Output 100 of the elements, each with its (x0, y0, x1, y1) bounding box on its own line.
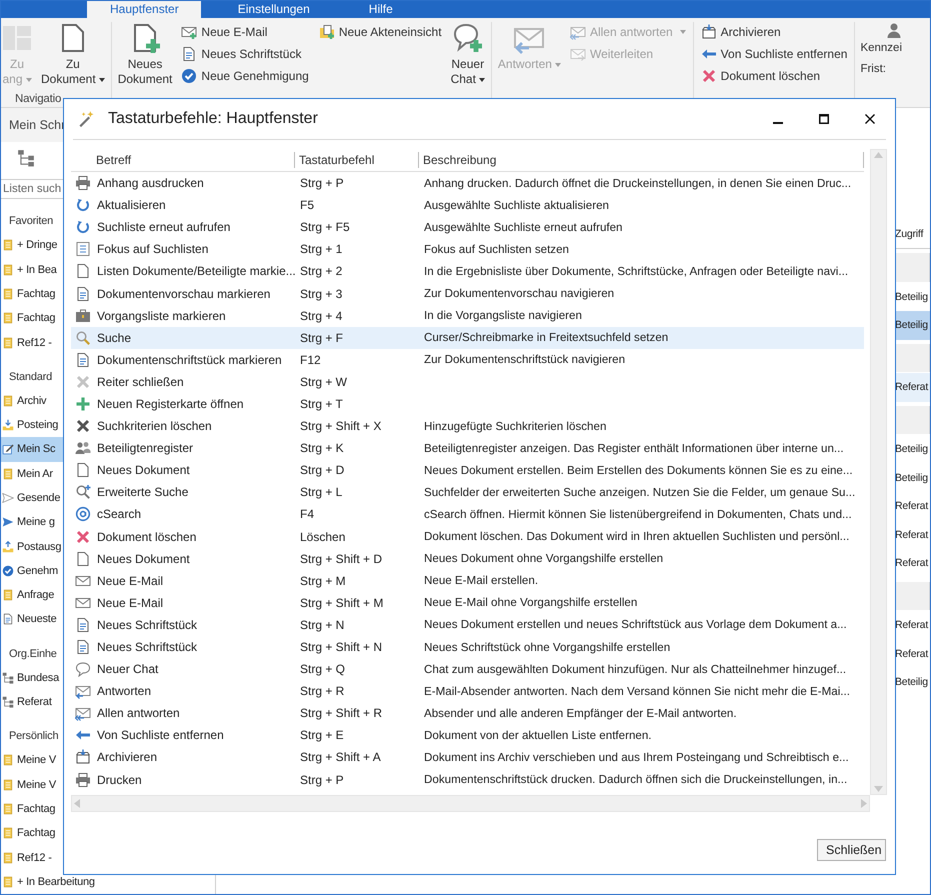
reply-all-icon (75, 705, 91, 722)
search-icon (75, 330, 91, 346)
subject-text: Suche (97, 330, 132, 345)
ribbon-button[interactable]: Neuer Chat (448, 22, 488, 92)
list-row[interactable]: Referat (895, 611, 930, 640)
reply-mail-icon (75, 683, 91, 700)
shortcut-text: Löschen (300, 530, 346, 544)
list-row[interactable]: Referat (895, 640, 930, 668)
shortcut-row[interactable]: Archivieren Strg + Shift + A Dokument ins Archiv verschieben und aus Ihrem Posteingang und Schreibtisch e... (71, 746, 864, 769)
list-row[interactable]: Referat (895, 492, 930, 520)
subject-text: Neues Dokument (97, 552, 190, 566)
note-icon (2, 778, 14, 791)
shortcut-row[interactable]: Antworten Strg + R E-Mail-Absender antworten. Nach dem Versand können Sie nicht mehr die E-Mai... (71, 680, 864, 702)
scroll-right-icon (861, 799, 867, 808)
shortcut-text: Strg + F5 (300, 220, 350, 234)
sidebar-item[interactable]: Mein Sc (1, 437, 63, 462)
list-row[interactable]: Beteilig (895, 668, 930, 696)
shortcut-row[interactable]: Reiter schließen Strg + W (71, 370, 864, 393)
delete-icon (75, 528, 91, 545)
ribbon-button[interactable]: Neues Dokument (114, 22, 176, 92)
shortcut-row[interactable]: Beteiligtenregister Strg + K Beteiligtenregister anzeigen. Das Register enthält Informationen über interne un... (71, 437, 864, 460)
shortcut-row[interactable]: Neues Schriftstück Strg + N Neues Dokument erstellen und neues Schriftstück aus Vorlage dem Dokument a... (71, 614, 864, 636)
list-icon (75, 241, 91, 258)
note-icon (2, 876, 14, 888)
shortcut-row[interactable]: cSearch F4 cSearch öffnen. Hiermit können Sie listenübergreifend in Dokumenten, Chats und... (71, 503, 864, 526)
shortcut-row[interactable]: Aktualisieren F5 Ausgewählte Suchliste aktualisieren (71, 194, 864, 216)
ribbon-button[interactable]: Neue Genehmigung (179, 66, 311, 85)
subject-text: Beteiligtenregister (97, 441, 194, 456)
description-text: Beteiligtenregister anzeigen. Das Register enthält Informationen über interne un... (424, 442, 844, 455)
subject-text: Erweiterte Suche (97, 485, 188, 500)
text-document-icon (75, 352, 91, 368)
vertical-scrollbar[interactable] (870, 149, 887, 795)
text-document-icon (75, 616, 91, 633)
list-row[interactable]: Beteilig (895, 435, 930, 464)
list-row[interactable]: Beteilig (895, 311, 930, 340)
ribbon-button[interactable]: Neue E-Mail (179, 22, 311, 41)
description-text: Zur Dokumentenvorschau navigieren (424, 287, 614, 300)
shortcut-row[interactable]: Suche Strg + F Curser/Schreibmarke in Freitextsuchfeld setzen (71, 326, 864, 349)
column-header[interactable]: Beschreibung (419, 152, 864, 168)
column-header[interactable]: Tastaturbefehl (295, 152, 419, 168)
ribbon-tab[interactable]: Hauptfenster (87, 1, 201, 18)
shortcut-text: F5 (300, 198, 314, 212)
person-icon (886, 22, 902, 38)
shortcut-row[interactable]: Anhang ausdrucken Strg + P Anhang drucken. Dadurch öffnet die Druckeinstellungen, in denen Sie einen Druc... (71, 172, 864, 194)
shortcut-row[interactable]: Neues Dokument Strg + D Neues Dokument erstellen. Beim Erstellen des Dokuments können Sie es zu eine... (71, 459, 864, 482)
list-row[interactable]: Referat (895, 549, 930, 578)
shortcut-text: Strg + T (300, 396, 343, 411)
shortcut-text: Strg + D (300, 463, 344, 478)
shortcut-row[interactable]: Neuer Chat Strg + Q Chat zum ausgewählten Dokument hinzufügen. Nur als Chatteilnehmer hinzugef... (71, 658, 864, 680)
shortcut-row[interactable]: Von Suchliste entfernen Strg + E Dokument von der aktuellen Liste entfernen. (71, 724, 864, 746)
ribbon-button[interactable]: Zu Dokument (38, 22, 108, 92)
ribbon-button[interactable]: Archivieren (698, 22, 850, 41)
close-dialog-button[interactable]: Schließen (817, 839, 886, 861)
subject-text: Listen Dokumente/Beteiligte markie... (97, 264, 296, 278)
shortcut-row[interactable]: Neuen Registerkarte öffnen Strg + T (71, 392, 864, 416)
inbox-icon (2, 419, 14, 432)
subject-text: Neue E-Mail (97, 574, 164, 588)
shortcut-row[interactable]: Listen Dokumente/Beteiligte markie... Strg + 2 In die Ergebnisliste über Dokumente, Schriftstücke, Anfragen oder Beteiligte navi... (71, 260, 864, 282)
ribbon-button[interactable]: Dokument löschen (698, 66, 850, 85)
shortcut-text: Strg + R (300, 684, 344, 698)
shortcut-row[interactable]: Dokumentenschriftstück markieren F12 Zur Dokumentenschriftstück navigieren (71, 348, 864, 371)
org-chart-icon (17, 149, 35, 168)
shortcut-row[interactable]: Suchkriterien löschen Strg + Shift + X Hinzugefügte Suchkriterien löschen (71, 415, 864, 438)
shortcut-row[interactable]: Neues Dokument Strg + Shift + D Neues Dokument ohne Vorgangshilfe erstellen (71, 548, 864, 570)
column-header[interactable]: Betreff (71, 152, 295, 168)
description-text: Dokument löschen. Das Dokument wird in Ihren aktuellen Suchlisten und persönl... (424, 530, 850, 544)
horizontal-scrollbar[interactable] (71, 795, 870, 812)
shortcut-text: Strg + Shift + N (300, 640, 382, 654)
list-row[interactable]: Beteilig (895, 464, 930, 492)
shortcut-row[interactable]: Dokumentenvorschau markieren Strg + 3 Zur Dokumentenvorschau navigieren (71, 282, 864, 305)
shortcut-text: Strg + Shift + M (300, 596, 384, 610)
shortcut-row[interactable]: Neues Schriftstück Strg + Shift + N Neues Schriftstück ohne Vorgangshilfe erstellen (71, 636, 864, 658)
shortcut-text: Strg + 4 (300, 308, 342, 323)
list-row[interactable]: Beteilig (895, 282, 930, 311)
shortcut-row[interactable]: Fokus auf Suchlisten Strg + 1 Fokus auf Suchlisten setzen (71, 238, 864, 260)
note-icon (2, 239, 14, 252)
ribbon-tab[interactable]: Hilfe (346, 1, 415, 18)
shortcut-row[interactable]: Allen antworten Strg + Shift + R Absender und alle anderen Empfänger der E-Mail antworten. (71, 702, 864, 724)
shortcut-row[interactable]: Neue E-Mail Strg + M Neue E-Mail erstellen. (71, 570, 864, 592)
shortcut-text: Strg + P (300, 772, 344, 787)
shortcut-text: Strg + E (300, 728, 344, 742)
list-row[interactable]: Referat (895, 520, 930, 549)
ribbon-button[interactable]: Neue Akteneinsicht (316, 22, 444, 41)
ribbon-tab[interactable]: Einstellungen (214, 1, 332, 18)
shortcut-text: Strg + L (300, 485, 342, 500)
subject-text: Neues Schriftstück (97, 640, 198, 654)
shortcut-row[interactable]: Neue E-Mail Strg + Shift + M Neue E-Mail ohne Vorgangshilfe erstellen (71, 592, 864, 614)
note-icon (2, 754, 14, 766)
list-row[interactable]: Referat (895, 373, 930, 402)
shortcut-row[interactable]: Erweiterte Suche Strg + L Suchfelder der erweiterten Suche anzeigen. Nutzen Sie die Felder, um genaue Su... (71, 481, 864, 504)
shortcut-row[interactable]: Suchliste erneut aufrufen Strg + F5 Ausgewählte Suchliste erneut aufrufen (71, 216, 864, 238)
archive-box-icon (700, 24, 717, 40)
description-text: Neues Dokument erstellen und neues Schriftstück aus Vorlage dem Dokument a... (424, 618, 847, 632)
ribbon-button[interactable]: Von Suchliste entfernen (698, 44, 850, 63)
ribbon-button[interactable]: Neues Schriftstück (179, 44, 311, 63)
shortcut-row[interactable]: Vorgangsliste markieren Strg + 4 In die Vorgangsliste navigieren (71, 304, 864, 327)
shortcut-row[interactable]: Dokument löschen Löschen Dokument löschen. Das Dokument wird in Ihren aktuellen Suchlisten und persönl... (71, 526, 864, 548)
scroll-up-icon (874, 152, 883, 158)
subject-text: Neue E-Mail (97, 596, 164, 610)
shortcut-row[interactable]: Drucken Strg + P Dokumentenschriftstück drucken. Dadurch öffnen sich die Druckeinstellungen, in... (71, 768, 864, 791)
